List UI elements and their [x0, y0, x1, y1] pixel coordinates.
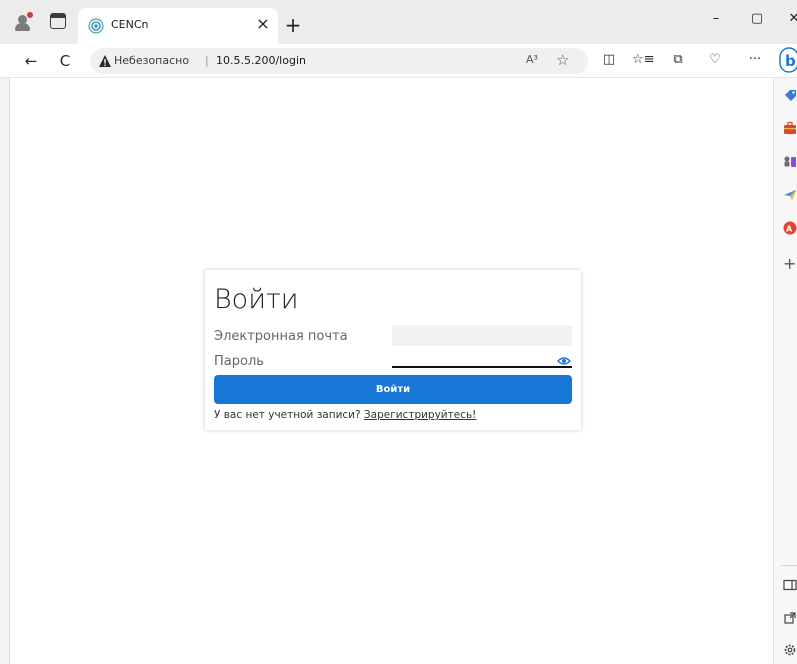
tab-bar: CENCn × + – ▢ ✕	[0, 0, 797, 44]
games-icon[interactable]	[783, 154, 797, 168]
collections-icon[interactable]: ⧉	[669, 51, 687, 69]
tab-actions-icon[interactable]	[50, 13, 66, 29]
maximize-button[interactable]: ▢	[742, 8, 772, 30]
security-label[interactable]: Небезопасно	[114, 53, 189, 69]
bing-copilot-icon[interactable]: b	[779, 46, 797, 74]
password-field[interactable]	[392, 353, 572, 368]
warning-icon[interactable]	[98, 54, 112, 68]
browser-toolbar: ← C Небезопасно | 10.5.5.200/login A³ ☆ …	[0, 44, 797, 78]
more-menu-icon[interactable]: ···	[746, 51, 764, 69]
register-prompt-text: У вас нет учетной записи?	[214, 409, 361, 421]
login-submit-button[interactable]: Войти	[214, 375, 572, 404]
profile-avatar-icon[interactable]	[12, 10, 34, 32]
site-favicon-icon	[88, 18, 104, 34]
reload-button[interactable]: C	[54, 50, 76, 72]
new-tab-button[interactable]: +	[282, 14, 304, 36]
briefcase-icon[interactable]	[783, 121, 797, 135]
tab-cencn[interactable]: CENCn ×	[78, 8, 278, 44]
tab-title: CENCn	[111, 18, 149, 31]
url-text[interactable]: 10.5.5.200/login	[216, 53, 306, 69]
split-screen-icon[interactable]: ◫	[600, 51, 618, 69]
show-password-eye-icon[interactable]	[557, 356, 571, 366]
browser-window: CENCn × + – ▢ ✕ ← C Небезопасно | 10.5.5…	[0, 0, 797, 664]
close-window-button[interactable]: ✕	[779, 8, 797, 30]
svg-text:A: A	[786, 225, 793, 234]
svg-text:b: b	[785, 52, 796, 70]
email-label: Электронная почта	[214, 329, 348, 344]
performance-icon[interactable]: ♡	[706, 51, 724, 69]
back-button[interactable]: ←	[20, 50, 42, 72]
favorites-icon[interactable]: ☆≡	[632, 51, 655, 69]
sidebar-layout-icon[interactable]	[783, 578, 797, 592]
address-bar[interactable]: Небезопасно | 10.5.5.200/login A³ ☆	[90, 48, 588, 74]
external-link-icon[interactable]	[783, 611, 797, 625]
register-prompt-line: У вас нет учетной записи? Зарегистрируйт…	[214, 408, 476, 422]
tag-icon[interactable]	[783, 88, 797, 102]
read-aloud-icon[interactable]: A³	[526, 53, 538, 66]
minimize-button[interactable]: –	[701, 8, 731, 30]
login-card: Войти Электронная почта Пароль Войти У в…	[205, 270, 581, 430]
register-link[interactable]: Зарегистрируйтесь!	[364, 409, 476, 421]
login-heading: Войти	[214, 284, 299, 315]
paper-plane-icon[interactable]	[783, 188, 797, 202]
add-sidebar-app-icon[interactable]: +	[783, 256, 796, 272]
sidebar-divider	[781, 565, 797, 566]
password-label: Пароль	[214, 354, 264, 369]
favorite-star-icon[interactable]: ☆	[556, 51, 569, 69]
tab-close-icon[interactable]: ×	[254, 15, 272, 33]
email-field[interactable]	[392, 325, 572, 346]
office-icon[interactable]: A	[783, 221, 797, 235]
settings-gear-icon[interactable]	[783, 643, 797, 657]
address-separator: |	[205, 54, 209, 67]
